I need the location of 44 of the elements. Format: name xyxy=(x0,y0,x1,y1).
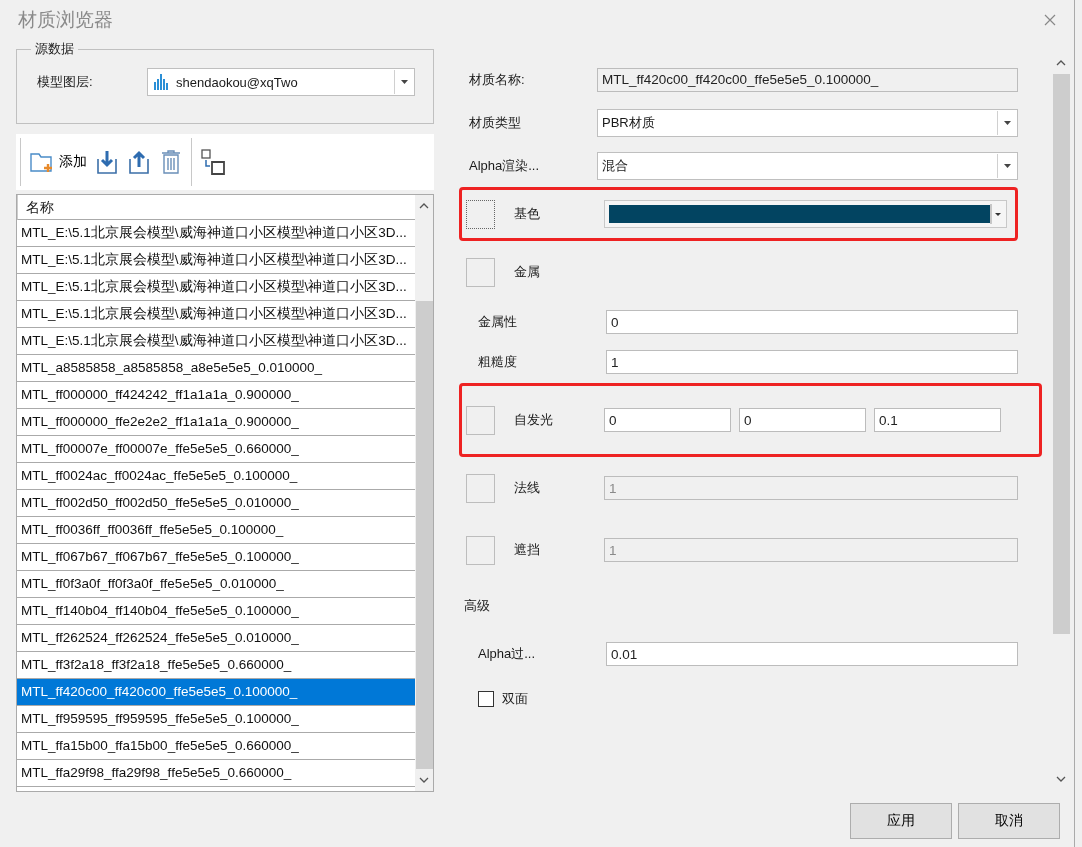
layer-value: shendaokou@xqTwo xyxy=(176,74,298,90)
color-dropdown[interactable] xyxy=(604,200,1007,228)
shapes-icon[interactable] xyxy=(200,148,228,176)
double-sided-label: 双面 xyxy=(502,690,528,708)
type-dropdown[interactable]: PBR材质 xyxy=(597,108,1018,137)
scroll-up-icon xyxy=(419,203,429,209)
metal-label: 金属 xyxy=(513,263,541,281)
base-color-label: 基色 xyxy=(513,205,541,223)
double-sided-checkbox[interactable] xyxy=(478,691,494,707)
export-icon[interactable] xyxy=(127,149,151,175)
layer-dropdown[interactable]: shendaokou@xqTwo xyxy=(147,68,415,96)
scroll-down-icon xyxy=(419,777,429,783)
city-model-icon xyxy=(152,73,170,91)
roughness-field[interactable]: 1 xyxy=(606,350,1018,374)
window-title: 材质浏览器 xyxy=(18,8,113,32)
group-legend: 源数据 xyxy=(31,40,78,58)
add-button[interactable]: 添加 xyxy=(29,150,87,174)
alpha-cutoff-field[interactable]: 0.01 xyxy=(606,642,1018,666)
emissive-field[interactable]: 0.1 xyxy=(874,408,1001,432)
metallic-field[interactable]: 0 xyxy=(606,310,1018,334)
occlusion-label: 遮挡 xyxy=(513,541,541,559)
alpha-mode-dropdown[interactable]: 混合 xyxy=(597,151,1018,180)
name-label: 材质名称: xyxy=(468,70,526,89)
type-label: 材质类型 xyxy=(468,113,522,132)
normal-label: 法线 xyxy=(513,479,541,497)
alpha-cutoff-label: Alpha过... xyxy=(477,645,537,663)
import-icon[interactable] xyxy=(95,149,119,175)
texture-slot[interactable] xyxy=(466,199,495,229)
emissive-label: 自发光 xyxy=(513,411,554,429)
layer-label: 模型图层: xyxy=(37,73,94,91)
alpha-mode-label: Alpha渲染... xyxy=(468,156,541,175)
emissive-field[interactable]: 0 xyxy=(739,408,866,432)
section-heading: 高级 xyxy=(464,597,491,615)
folder-add-icon xyxy=(29,150,55,174)
roughness-label: 粗糙度 xyxy=(477,353,518,371)
name-field[interactable]: MTL_ff420c00_ff420c00_ffe5e5e5_0.100000_ xyxy=(597,67,1018,92)
scroll-up-icon xyxy=(1056,60,1066,66)
list-item[interactable]: MTL_ff420c00_ff420c00_ffe5e5e5_0.100000_ xyxy=(17,679,415,706)
metallic-label: 金属性 xyxy=(477,313,518,331)
close-icon[interactable] xyxy=(1044,14,1056,26)
scroll-down-icon xyxy=(1056,776,1066,782)
dialog-button[interactable]: 应用 xyxy=(850,803,952,839)
emissive-field[interactable]: 0 xyxy=(604,408,731,432)
dialog-button[interactable]: 取消 xyxy=(958,803,1060,839)
